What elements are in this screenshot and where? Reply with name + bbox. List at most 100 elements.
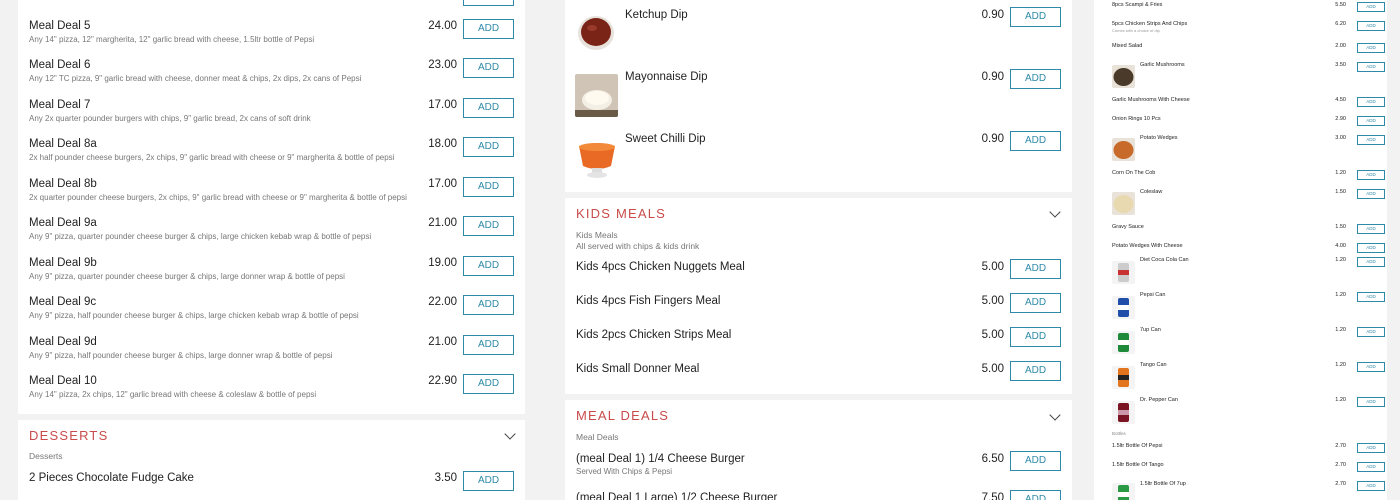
section-title-desserts: DESSERTS [29,428,109,443]
meal-deal-description: Any 12" TC pizza, 9" garlic bread with c… [29,74,362,83]
item-name: 1.5ltr Bottle Of Pepsi [1112,443,1163,449]
add-button[interactable]: ADD [1357,170,1385,180]
add-button[interactable]: ADD [1010,69,1061,89]
add-button[interactable]: ADD [1357,2,1385,12]
add-button[interactable]: ADD [1357,462,1385,472]
meal-deal-price: 17.00 [428,99,457,111]
meal-deal-price: 21.00 [428,336,457,348]
add-button[interactable]: ADD [463,177,514,197]
item-name: Kids 2pcs Chicken Strips Meal [576,329,732,341]
section-title-kids-meals: KIDS MEALS [576,206,667,221]
meal-deal-price: 18.00 [428,138,457,150]
item-price: 7.50 [981,492,1004,500]
meal-deal-name: Meal Deal 6 [29,59,91,71]
add-button[interactable]: ADD [1357,257,1385,267]
meal-deal-name: Meal Deal 9c [29,296,97,308]
add-button[interactable]: ADD [1010,293,1061,313]
add-button[interactable]: ADD [1357,135,1385,145]
add-button[interactable]: ADD [1357,243,1385,253]
add-button[interactable]: ADD [1357,292,1385,302]
dr-pepper-can-image [1112,401,1135,424]
item-price: 4.50 [1335,97,1346,103]
meal-deal-price: 17.00 [428,178,457,190]
add-button[interactable]: ADD [463,137,514,157]
add-button[interactable]: ADD [463,256,514,276]
meal-deal-name: Meal Deal 8b [29,178,97,190]
section-subtitle: Desserts [29,451,63,461]
item-price: 1.20 [1335,170,1346,176]
add-button[interactable]: ADD [1357,43,1385,53]
add-button[interactable]: ADD [463,374,514,394]
diet-coke-can-image [1112,261,1135,284]
item-name: (meal Deal 1 Large) 1/2 Cheese Burger [576,492,778,500]
item-name: Coleslaw [1140,189,1163,195]
kids-meals-panel: KIDS MEALS Kids Meals All served with ch… [565,198,1072,394]
meal-deal-name: Meal Deal 10 [29,375,97,387]
chevron-down-icon[interactable] [1049,206,1061,218]
item-price: 1.50 [1335,224,1346,230]
chevron-down-icon[interactable] [1049,409,1061,421]
item-price: 2.70 [1335,481,1346,487]
sides-drinks-panel: 8pcs Scampi & Fries 5.50 ADD 5pcs Chicken S… [1094,0,1387,500]
add-button[interactable]: ADD [463,0,514,6]
meal-deal-description: Any 9" pizza, half pounder cheese burger… [29,311,359,320]
item-price: 3.50 [1335,62,1346,68]
meal-deal-description: Any 14" pizza, 12" margherita, 12" garli… [29,35,315,44]
meal-deal-description: Any 9" pizza, quarter pounder cheese bur… [29,272,345,281]
item-price: 1.20 [1335,292,1346,298]
add-button[interactable]: ADD [1357,224,1385,234]
meal-deal-name: Meal Deal 9d [29,336,97,348]
add-button[interactable]: ADD [1357,62,1385,72]
item-price: 1.20 [1335,362,1346,368]
add-button[interactable]: ADD [1357,189,1385,199]
add-button[interactable]: ADD [1010,327,1061,347]
add-button[interactable]: ADD [1357,397,1385,407]
add-button[interactable]: ADD [463,98,514,118]
add-button[interactable]: ADD [1357,362,1385,372]
item-name: 5pcs Chicken Strips And Chips [1112,21,1188,27]
add-button[interactable]: ADD [1010,7,1061,27]
add-button[interactable]: ADD [463,471,514,491]
mayonnaise-dip-image [575,74,618,117]
add-button[interactable]: ADD [1357,327,1385,337]
add-button[interactable]: ADD [1010,451,1061,471]
add-button[interactable]: ADD [1010,361,1061,381]
add-button[interactable]: ADD [1010,490,1061,500]
item-price: 2.90 [1335,116,1346,122]
meal-deal-price: 23.00 [428,59,457,71]
add-button[interactable]: ADD [1010,259,1061,279]
add-button[interactable]: ADD [463,295,514,315]
add-button[interactable]: ADD [463,335,514,355]
garlic-mushrooms-image [1112,65,1135,88]
item-price: 6.20 [1335,21,1346,27]
add-button[interactable]: ADD [1357,21,1385,31]
item-price: 5.00 [981,295,1004,307]
chevron-down-icon[interactable] [504,428,516,440]
add-button[interactable]: ADD [1357,443,1385,453]
add-button[interactable]: ADD [463,216,514,236]
item-name: Pepsi Can [1140,292,1166,298]
item-name: Ketchup Dip [625,9,688,21]
item-price: 5.00 [981,261,1004,273]
tango-can-image [1112,366,1135,389]
item-name: 8pcs Scampi & Fries [1112,2,1163,8]
item-name: Garlic Mushrooms [1140,62,1185,68]
item-name: Gravy Sauce [1112,224,1144,230]
item-name: Corn On The Cob [1112,170,1156,176]
bottle-7up-image [1112,483,1135,500]
add-button[interactable]: ADD [463,58,514,78]
section-title-meal-deals: MEAL DEALS [576,408,670,423]
add-button[interactable]: ADD [1357,481,1385,491]
add-button[interactable]: ADD [1357,97,1385,107]
meal-deal-name: Meal Deal 9b [29,257,97,269]
pepsi-can-image [1112,296,1135,319]
add-button[interactable]: ADD [1010,131,1061,151]
menu-page: ADD Meal Deal 5 Any 14" pizza, 12" marghe… [0,0,1400,500]
item-name: Garlic Mushrooms With Cheese [1112,97,1190,103]
add-button[interactable]: ADD [1357,116,1385,126]
add-button[interactable]: ADD [463,19,514,39]
7up-can-image [1112,331,1135,354]
item-price: 1.20 [1335,397,1346,403]
meal-deal-description: Any 9" pizza, half pounder cheese burger… [29,351,333,360]
meal-deal-description: 2x half pounder cheese burgers, 2x chips… [29,153,395,162]
